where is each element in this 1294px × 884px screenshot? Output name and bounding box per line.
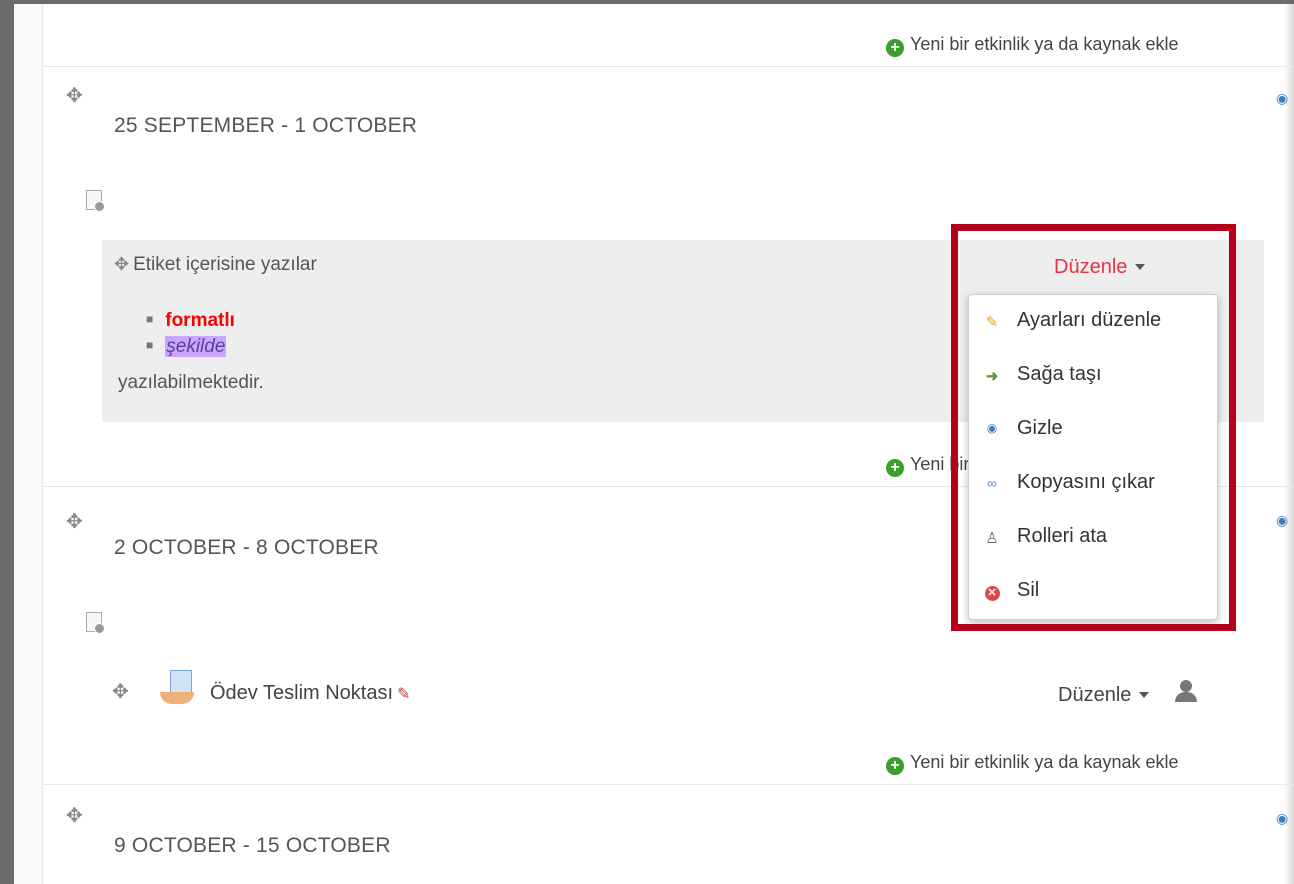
move-section-icon[interactable]: ✥ [66,86,83,106]
italic-highlight-text: şekilde [165,336,227,357]
label-title: Etiket içerisine yazılar [133,254,317,275]
move-icon[interactable]: ✥ [114,254,129,274]
edit-title-icon[interactable]: ✎ [397,686,410,703]
section-divider [42,784,1294,785]
section-summary-settings-icon[interactable] [86,190,105,212]
move-icon[interactable]: ✥ [112,682,129,702]
bullet-icon: ■ [146,312,154,326]
highlight-annotation-box [951,224,1236,631]
course-page: + Yeni bir etkinlik ya da kaynak ekle ✥ ◉… [14,4,1294,884]
add-activity-link-section2[interactable]: + Yeni bir etkinlik ya da kaynak ekle [886,752,1179,775]
label-list: ■ formatlı [146,302,235,338]
section-summary-settings-icon[interactable] [86,612,105,634]
add-activity-link-top[interactable]: + Yeni bir etkinlik ya da kaynak ekle [886,34,1179,57]
move-section-icon[interactable]: ✥ [66,512,83,532]
screenshot-frame: + Yeni bir etkinlik ya da kaynak ekle ✥ ◉… [0,0,1294,884]
label-title-row: ✥ Etiket içerisine yazılar [114,254,317,276]
eye-icon[interactable]: ◉ [1276,810,1288,827]
add-circle-icon: + [886,39,904,57]
section-title[interactable]: 9 OCTOBER - 15 OCTOBER [114,834,391,858]
edit-menu-toggle-assignment[interactable]: Düzenle [1058,684,1150,707]
bullet-icon: ■ [146,338,154,352]
caret-down-icon [1139,692,1150,698]
assignment-link[interactable]: Ödev Teslim Noktası ✎ [210,682,410,705]
add-circle-icon: + [886,459,904,477]
right-edge-shadow [1284,4,1294,884]
list-item: ■ formatlı [146,302,235,338]
section-title[interactable]: 25 SEPTEMBER - 1 OCTOBER [114,114,417,138]
formatted-text: formatlı [165,310,235,331]
user-icon[interactable] [1174,678,1198,704]
section-title[interactable]: 2 OCTOBER - 8 OCTOBER [114,536,379,560]
left-gutter [14,4,43,884]
assignment-icon [160,670,196,706]
eye-icon[interactable]: ◉ [1276,90,1288,107]
label-trailing-text: yazılabilmektedir. [118,372,264,393]
section-divider [42,66,1294,67]
eye-icon[interactable]: ◉ [1276,512,1288,529]
list-item: ■ şekilde [146,336,227,358]
move-section-icon[interactable]: ✥ [66,806,83,826]
add-circle-icon: + [886,757,904,775]
